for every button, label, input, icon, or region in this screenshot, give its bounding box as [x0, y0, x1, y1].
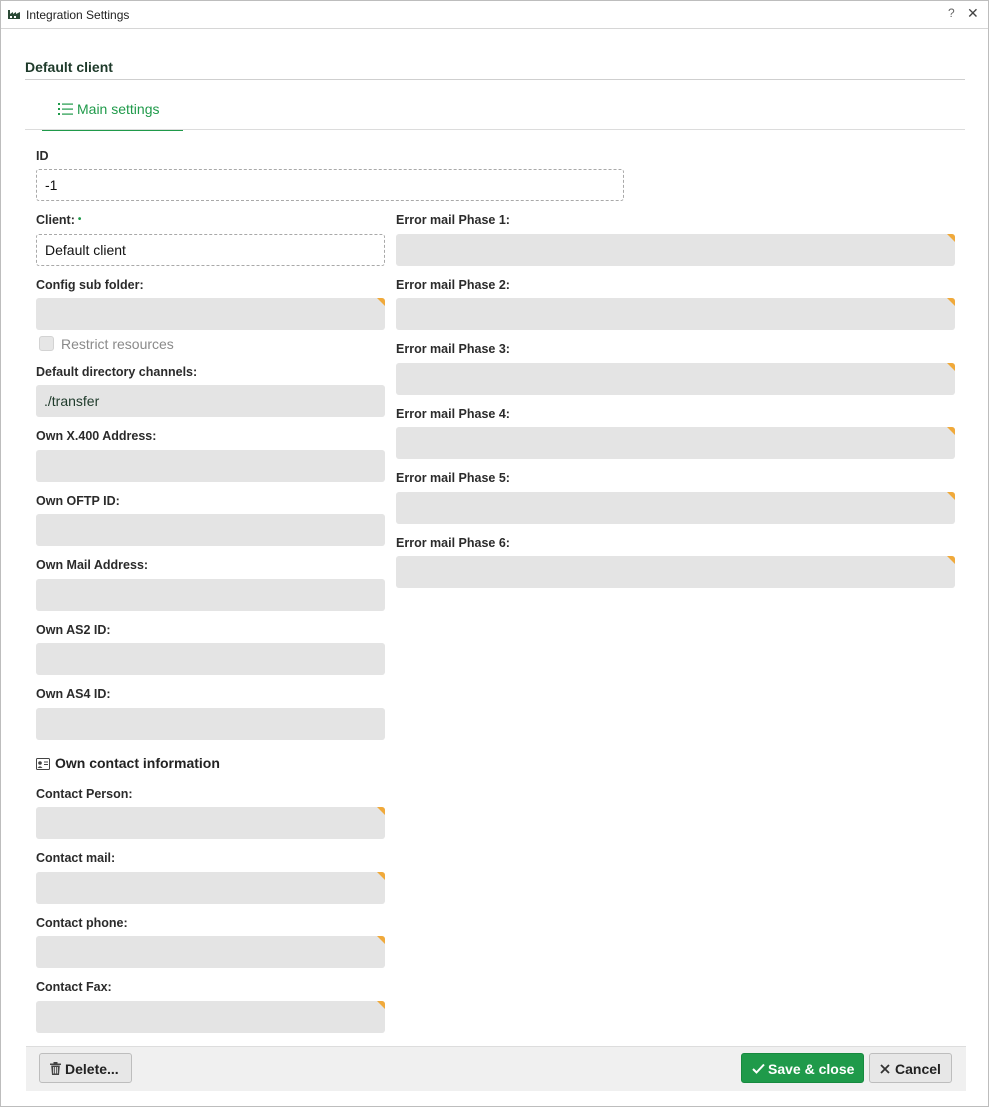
own-mail-address-field[interactable]	[36, 579, 385, 611]
own-as2-id-field[interactable]	[36, 643, 385, 675]
error-mail-phase-5-field[interactable]	[396, 492, 955, 524]
trash-icon	[50, 1062, 61, 1075]
cancel-button-label: Cancel	[895, 1061, 941, 1077]
error-mail-phase-1-label: Error mail Phase 1:	[396, 213, 510, 227]
contact-section-heading: Own contact information	[55, 755, 220, 771]
contact-person-field[interactable]	[36, 807, 385, 839]
id-label: ID	[36, 149, 49, 163]
client-label: Client: •	[36, 213, 81, 227]
save-close-button[interactable]: Save & close	[741, 1053, 864, 1083]
dialog-footer: Delete... Save & close Cancel	[26, 1046, 966, 1091]
window-title: Integration Settings	[26, 8, 130, 22]
own-as4-id-input[interactable]	[36, 708, 385, 740]
own-oftp-id-input[interactable]	[36, 514, 385, 546]
default-directory-channels-input[interactable]	[36, 385, 385, 417]
contact-fax-input[interactable]	[36, 1001, 385, 1033]
cancel-button[interactable]: Cancel	[869, 1053, 952, 1083]
contact-mail-field[interactable]	[36, 872, 385, 904]
contact-mail-label: Contact mail:	[36, 851, 116, 865]
client-label-text: Client:	[36, 213, 75, 227]
error-mail-phase-2-field[interactable]	[396, 298, 955, 330]
list-icon	[58, 103, 73, 115]
checkmark-icon	[752, 1063, 765, 1074]
integration-settings-window: Integration Settings ? ✕ Default client …	[0, 0, 989, 1107]
contact-card-icon	[36, 758, 50, 770]
error-mail-phase-4-field[interactable]	[396, 427, 955, 459]
own-mail-address-label: Own Mail Address:	[36, 558, 149, 572]
tab-main-settings[interactable]: Main settings	[42, 93, 183, 131]
restrict-resources-label: Restrict resources	[61, 336, 174, 352]
own-as2-id-label: Own AS2 ID:	[36, 623, 111, 637]
error-mail-phase-1-input[interactable]	[396, 234, 955, 266]
title-bar: Integration Settings ? ✕	[1, 1, 988, 29]
own-x400-input[interactable]	[36, 450, 385, 482]
close-button[interactable]: ✕	[967, 5, 979, 22]
save-close-button-label: Save & close	[768, 1061, 855, 1077]
section-title: Default client	[25, 59, 113, 75]
error-mail-phase-1-field[interactable]	[396, 234, 955, 266]
contact-mail-input[interactable]	[36, 872, 385, 904]
contact-fax-label: Contact Fax:	[36, 980, 112, 994]
error-mail-phase-3-label: Error mail Phase 3:	[396, 342, 510, 356]
tab-label: Main settings	[77, 101, 160, 117]
own-oftp-id-label: Own OFTP ID:	[36, 494, 120, 508]
id-input[interactable]	[37, 170, 623, 200]
config-sub-folder-field[interactable]	[36, 298, 385, 330]
default-directory-channels-field[interactable]	[36, 385, 385, 417]
restrict-resources-checkbox[interactable]	[39, 336, 54, 351]
contact-person-input[interactable]	[36, 807, 385, 839]
own-as4-id-label: Own AS4 ID:	[36, 687, 111, 701]
factory-icon	[8, 10, 20, 19]
error-mail-phase-3-field[interactable]	[396, 363, 955, 395]
help-button[interactable]: ?	[948, 6, 955, 20]
tab-divider	[25, 129, 965, 130]
id-field[interactable]	[36, 169, 624, 201]
own-x400-label: Own X.400 Address:	[36, 429, 157, 443]
error-mail-phase-6-field[interactable]	[396, 556, 955, 588]
error-mail-phase-4-input[interactable]	[396, 427, 955, 459]
own-oftp-id-field[interactable]	[36, 514, 385, 546]
contact-phone-input[interactable]	[36, 936, 385, 968]
own-x400-field[interactable]	[36, 450, 385, 482]
client-input[interactable]	[37, 235, 384, 265]
error-mail-phase-2-input[interactable]	[396, 298, 955, 330]
own-as2-id-input[interactable]	[36, 643, 385, 675]
client-field[interactable]	[36, 234, 385, 266]
required-marker: •	[77, 214, 82, 225]
error-mail-phase-2-label: Error mail Phase 2:	[396, 278, 510, 292]
contact-person-label: Contact Person:	[36, 787, 133, 801]
default-directory-channels-label: Default directory channels:	[36, 365, 198, 379]
contact-phone-label: Contact phone:	[36, 916, 128, 930]
contact-fax-field[interactable]	[36, 1001, 385, 1033]
error-mail-phase-4-label: Error mail Phase 4:	[396, 407, 510, 421]
error-mail-phase-6-label: Error mail Phase 6:	[396, 536, 510, 550]
error-mail-phase-5-input[interactable]	[396, 492, 955, 524]
error-mail-phase-6-input[interactable]	[396, 556, 955, 588]
close-icon	[880, 1064, 890, 1074]
delete-button[interactable]: Delete...	[39, 1053, 132, 1083]
delete-button-label: Delete...	[65, 1061, 119, 1077]
section-divider	[25, 79, 965, 80]
own-mail-address-input[interactable]	[36, 579, 385, 611]
error-mail-phase-5-label: Error mail Phase 5:	[396, 471, 510, 485]
contact-phone-field[interactable]	[36, 936, 385, 968]
config-sub-folder-label: Config sub folder:	[36, 278, 144, 292]
own-as4-id-field[interactable]	[36, 708, 385, 740]
config-sub-folder-input[interactable]	[36, 298, 385, 330]
error-mail-phase-3-input[interactable]	[396, 363, 955, 395]
